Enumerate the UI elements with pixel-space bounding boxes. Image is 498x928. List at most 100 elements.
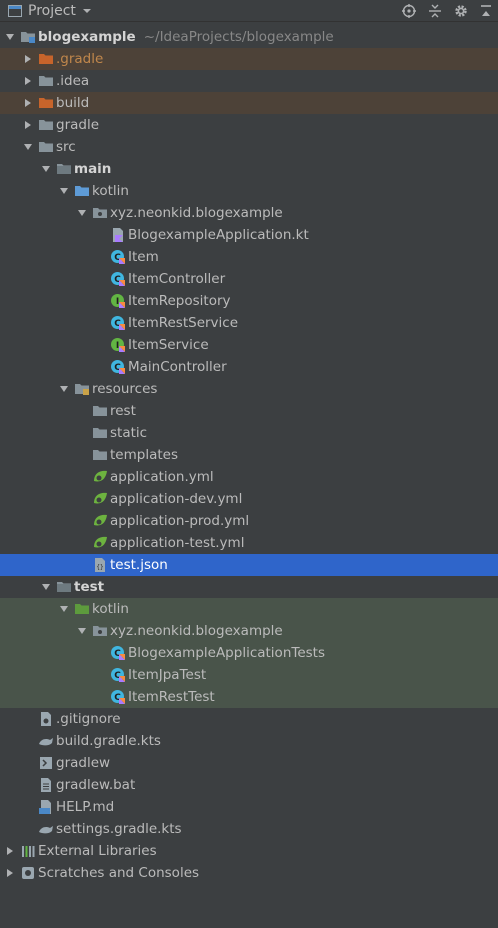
tree-item-external-libraries[interactable]: External Libraries xyxy=(0,840,498,862)
chevron-right-icon[interactable] xyxy=(23,120,33,130)
folder-icon xyxy=(39,76,53,86)
tree-item-application-dev-yml[interactable]: application-dev.yml xyxy=(0,488,498,510)
kotlin-interface-icon: I xyxy=(111,294,125,308)
chevron-right-icon[interactable] xyxy=(23,76,33,86)
chevron-down-icon[interactable] xyxy=(5,32,15,42)
folder-dark-icon xyxy=(57,582,71,592)
tree-item-itemservice[interactable]: I ItemService xyxy=(0,334,498,356)
chevron-down-icon[interactable] xyxy=(23,142,33,152)
gradle-file-icon xyxy=(39,738,53,746)
tree-item-test[interactable]: test xyxy=(0,576,498,598)
folder-blue-icon xyxy=(75,186,89,196)
tree-item-xyz-neonkid-blogexample[interactable]: xyz.neonkid.blogexample xyxy=(0,620,498,642)
chevron-right-icon[interactable] xyxy=(23,98,33,108)
tree-item-application-yml[interactable]: application.yml xyxy=(0,466,498,488)
tree-item-application-prod-yml[interactable]: application-prod.yml xyxy=(0,510,498,532)
markdown-file-icon xyxy=(39,800,51,814)
tree-item-label: build xyxy=(56,95,90,111)
tree-item-gitignore[interactable]: .gitignore xyxy=(0,708,498,730)
tree-item-label: gradlew xyxy=(56,755,111,771)
tree-item-blogexampleapplication-kt[interactable]: BlogexampleApplication.kt xyxy=(0,224,498,246)
tree-item-itemrepository[interactable]: I ItemRepository xyxy=(0,290,498,312)
tree-item-itemcontroller[interactable]: C ItemController xyxy=(0,268,498,290)
chevron-right-icon[interactable] xyxy=(5,846,15,856)
hide-icon[interactable] xyxy=(480,4,492,18)
tree-item-src[interactable]: src xyxy=(0,136,498,158)
chevron-down-icon[interactable] xyxy=(77,208,87,218)
folder-icon xyxy=(39,120,53,130)
project-tree: blogexample ~/IdeaProjects/blogexample .gr… xyxy=(0,26,498,884)
chevron-down-icon[interactable] xyxy=(41,164,51,174)
spring-yml-icon xyxy=(94,470,107,482)
resources-folder-icon xyxy=(75,384,89,395)
tree-item-main[interactable]: main xyxy=(0,158,498,180)
tree-item-label: HELP.md xyxy=(56,799,115,815)
tree-item-label: External Libraries xyxy=(38,843,157,859)
chevron-down-icon[interactable] xyxy=(82,7,92,15)
kotlin-file-icon xyxy=(113,228,123,242)
chevron-right-icon[interactable] xyxy=(23,54,33,64)
tree-item-label: .gitignore xyxy=(56,711,121,727)
folder-orange-icon xyxy=(39,54,53,64)
tree-item-idea[interactable]: .idea xyxy=(0,70,498,92)
tree-item-label: settings.gradle.kts xyxy=(56,821,182,837)
tree-item-gradle[interactable]: .gradle xyxy=(0,48,498,70)
project-window-icon xyxy=(8,4,22,17)
collapse-icon[interactable] xyxy=(428,4,442,18)
tree-item-rest[interactable]: rest xyxy=(0,400,498,422)
locate-icon[interactable] xyxy=(402,4,416,18)
tree-item-label: blogexample ~/IdeaProjects/blogexample xyxy=(38,29,334,45)
tree-item-xyz-neonkid-blogexample[interactable]: xyz.neonkid.blogexample xyxy=(0,202,498,224)
tree-item-maincontroller[interactable]: C MainController xyxy=(0,356,498,378)
tree-item-label: src xyxy=(56,139,76,155)
project-path: ~/IdeaProjects/blogexample xyxy=(143,29,334,45)
kotlin-interface-icon: I xyxy=(111,338,125,352)
kotlin-class-icon: C xyxy=(111,646,125,660)
tree-item-resources[interactable]: resources xyxy=(0,378,498,400)
folder-icon xyxy=(39,142,53,152)
tree-item-label: application.yml xyxy=(110,469,214,485)
chevron-down-icon[interactable] xyxy=(41,582,51,592)
tree-item-label: MainController xyxy=(128,359,227,375)
tree-item-itemrestservice[interactable]: C ItemRestService xyxy=(0,312,498,334)
tree-item-itemresttest[interactable]: C ItemRestTest xyxy=(0,686,498,708)
tree-item-itemjpatest[interactable]: C ItemJpaTest xyxy=(0,664,498,686)
tree-item-blogexampleapplicationtests[interactable]: C BlogexampleApplicationTests xyxy=(0,642,498,664)
tree-item-item[interactable]: C Item xyxy=(0,246,498,268)
chevron-down-icon[interactable] xyxy=(59,604,69,614)
tree-item-test-json[interactable]: {} test.json xyxy=(0,554,498,576)
project-view-selector[interactable]: Project xyxy=(0,3,92,19)
tree-item-label: ItemController xyxy=(128,271,226,287)
spring-yml-icon xyxy=(94,492,107,504)
tree-item-label: ItemRepository xyxy=(128,293,231,309)
tree-item-label: gradlew.bat xyxy=(56,777,136,793)
tree-item-gradle[interactable]: gradle xyxy=(0,114,498,136)
project-view-title: Project xyxy=(28,2,76,19)
svg-text:{}: {} xyxy=(96,564,103,571)
chevron-down-icon[interactable] xyxy=(77,626,87,636)
tree-item-kotlin[interactable]: kotlin xyxy=(0,180,498,202)
chevron-down-icon[interactable] xyxy=(59,186,69,196)
folder-dark-icon xyxy=(57,164,71,174)
tree-item-help-md[interactable]: HELP.md xyxy=(0,796,498,818)
tree-item-scratches-and-consoles[interactable]: Scratches and Consoles xyxy=(0,862,498,884)
tree-item-templates[interactable]: templates xyxy=(0,444,498,466)
tree-item-gradlew[interactable]: gradlew xyxy=(0,752,498,774)
tree-item-build[interactable]: build xyxy=(0,92,498,114)
tree-item-static[interactable]: static xyxy=(0,422,498,444)
shell-file-icon xyxy=(40,757,52,769)
tree-item-application-test-yml[interactable]: application-test.yml xyxy=(0,532,498,554)
tree-item-kotlin[interactable]: kotlin xyxy=(0,598,498,620)
tree-item-blogexample[interactable]: blogexample ~/IdeaProjects/blogexample xyxy=(0,26,498,48)
tree-item-build-gradle-kts[interactable]: build.gradle.kts xyxy=(0,730,498,752)
chevron-down-icon[interactable] xyxy=(59,384,69,394)
tree-item-label: ItemRestTest xyxy=(128,689,215,705)
tree-item-settings-gradle-kts[interactable]: settings.gradle.kts xyxy=(0,818,498,840)
tree-item-gradlew-bat[interactable]: gradlew.bat xyxy=(0,774,498,796)
tree-item-label: main xyxy=(74,161,112,177)
scratches-icon xyxy=(22,867,34,879)
tree-item-label: kotlin xyxy=(92,601,129,617)
gear-icon[interactable] xyxy=(454,4,468,18)
tree-item-label: application-test.yml xyxy=(110,535,245,551)
chevron-right-icon[interactable] xyxy=(5,868,15,878)
